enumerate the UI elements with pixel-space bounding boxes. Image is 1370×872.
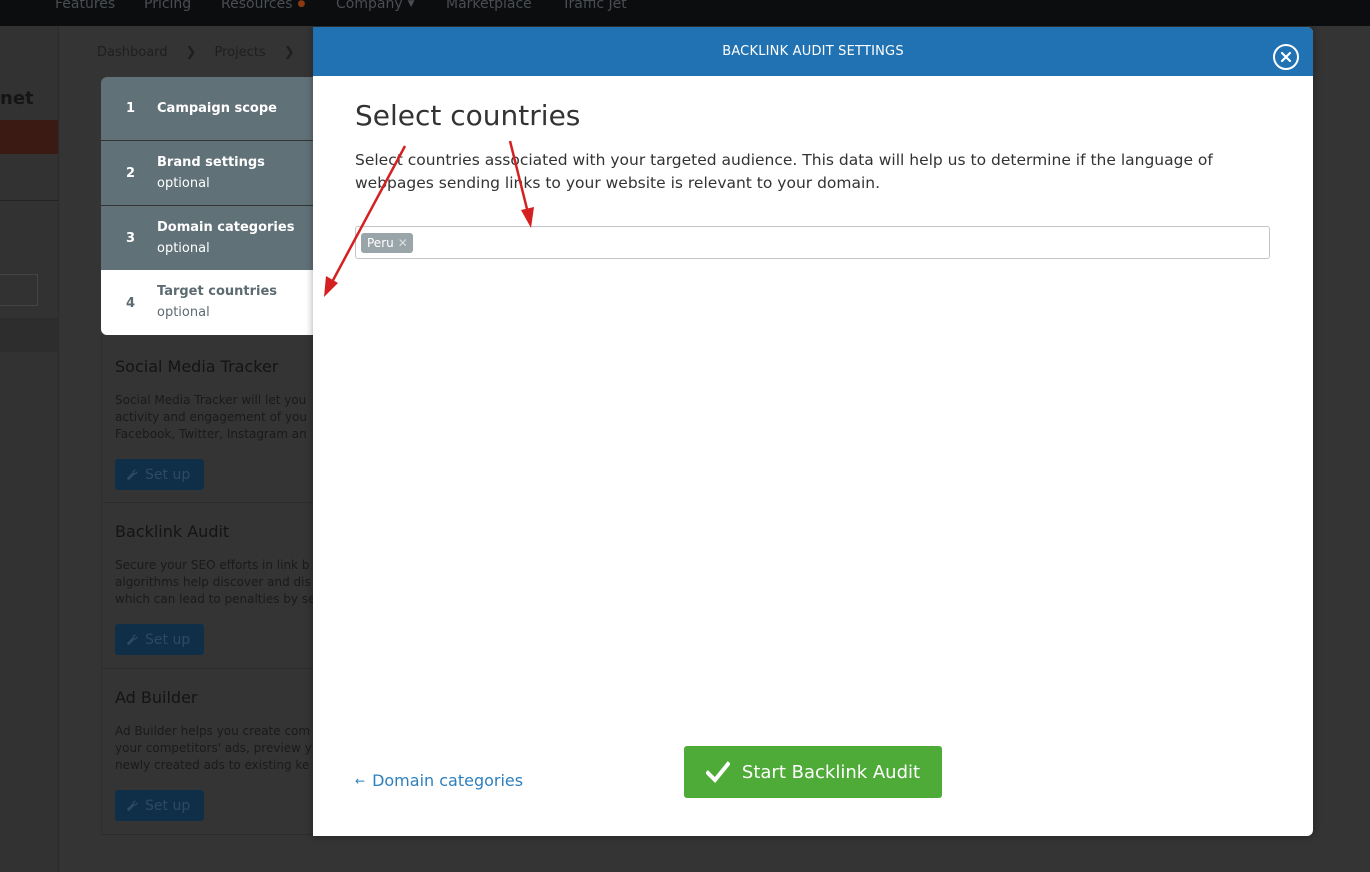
backlink-audit-settings-modal: BACKLINK AUDIT SETTINGS Select countries… (313, 27, 1313, 836)
nav-marketplace[interactable]: Marketplace (446, 0, 532, 12)
setup-button[interactable]: Set up (115, 459, 205, 490)
modal-header: BACKLINK AUDIT SETTINGS (313, 27, 1313, 76)
section-heading: Select countries (355, 99, 581, 132)
back-link-label: Domain categories (372, 771, 524, 790)
card-backlink-audit: Backlink Audit Secure your SEO efforts i… (101, 504, 315, 669)
step-title: Target countries (157, 284, 278, 299)
step-number: 1 (126, 101, 136, 116)
nav-company-label: Company (336, 0, 403, 12)
sidebar-divider (0, 200, 58, 201)
setup-button-label: Set up (145, 631, 191, 648)
tool-cards: Social Media Tracker Social Media Tracke… (101, 335, 315, 835)
nav-pricing[interactable]: Pricing (144, 0, 191, 12)
setup-button[interactable]: Set up (115, 790, 205, 821)
start-button-label: Start Backlink Audit (741, 761, 921, 783)
modal-title: BACKLINK AUDIT SETTINGS (722, 44, 904, 59)
nav-features[interactable]: Features (55, 0, 115, 12)
sidebar-input[interactable] (0, 274, 38, 306)
countries-input[interactable]: Peru ✕ (355, 226, 1270, 259)
step-number: 3 (126, 231, 136, 246)
step-campaign-scope[interactable]: 1 Campaign scope (101, 77, 313, 140)
close-button[interactable] (1273, 44, 1299, 70)
step-title: Campaign scope (157, 101, 277, 116)
dot-icon: ● (297, 0, 306, 9)
back-to-domain-categories-link[interactable]: ← Domain categories (355, 771, 523, 790)
step-target-countries[interactable]: 4 Target countries optional (101, 270, 313, 335)
brand-name-fragment: net (0, 88, 34, 109)
step-title: Brand settings (157, 155, 265, 170)
country-tag-peru: Peru ✕ (361, 233, 413, 253)
wrench-icon (126, 800, 138, 811)
breadcrumb-dashboard[interactable]: Dashboard (97, 45, 168, 60)
sidebar-row[interactable] (0, 318, 58, 352)
project-bar[interactable] (0, 120, 58, 154)
country-tag-label: Peru (367, 236, 394, 250)
nav-company[interactable]: Company ▼ (336, 0, 415, 12)
wizard-steps: 1 Campaign scope 2 Brand settings option… (101, 77, 313, 335)
caret-down-icon: ▼ (407, 0, 415, 9)
remove-tag-icon[interactable]: ✕ (398, 236, 408, 250)
section-description: Select countries associated with your ta… (355, 151, 1213, 192)
step-subtitle: optional (157, 241, 210, 256)
card-social-media-tracker: Social Media Tracker Social Media Tracke… (101, 335, 313, 503)
step-number: 4 (126, 296, 136, 311)
start-backlink-audit-button[interactable]: Start Backlink Audit (684, 746, 942, 798)
step-subtitle: optional (157, 305, 210, 320)
card-title: Backlink Audit (115, 522, 230, 541)
chevron-right-icon: ❯ (185, 45, 197, 60)
card-title: Ad Builder (115, 688, 198, 707)
nav-traffic-jet[interactable]: Traffic Jet (562, 0, 627, 12)
step-brand-settings[interactable]: 2 Brand settings optional (101, 141, 313, 205)
breadcrumb: Dashboard ❯ Projects ❯ (97, 45, 313, 60)
nav-resources-label: Resources (221, 0, 293, 12)
setup-button-label: Set up (145, 466, 191, 483)
close-icon (1280, 51, 1292, 63)
checkmark-icon (705, 761, 730, 783)
step-number: 2 (126, 166, 136, 181)
left-sidebar: net (0, 26, 59, 872)
step-title: Domain categories (157, 220, 295, 235)
wrench-icon (126, 634, 138, 645)
chevron-right-icon: ❯ (283, 45, 295, 60)
step-domain-categories[interactable]: 3 Domain categories optional (101, 206, 313, 270)
top-navigation: Features Pricing Resources ● Company ▼ Mar… (0, 0, 1370, 26)
wrench-icon (126, 469, 138, 480)
breadcrumb-projects[interactable]: Projects (214, 45, 265, 60)
setup-button[interactable]: Set up (115, 624, 205, 655)
setup-button-label: Set up (145, 797, 191, 814)
step-subtitle: optional (157, 176, 210, 191)
arrow-left-icon: ← (355, 773, 366, 788)
nav-resources[interactable]: Resources ● (221, 0, 305, 12)
card-title: Social Media Tracker (115, 357, 279, 376)
card-ad-builder: Ad Builder Ad Builder helps you create c… (101, 670, 313, 835)
